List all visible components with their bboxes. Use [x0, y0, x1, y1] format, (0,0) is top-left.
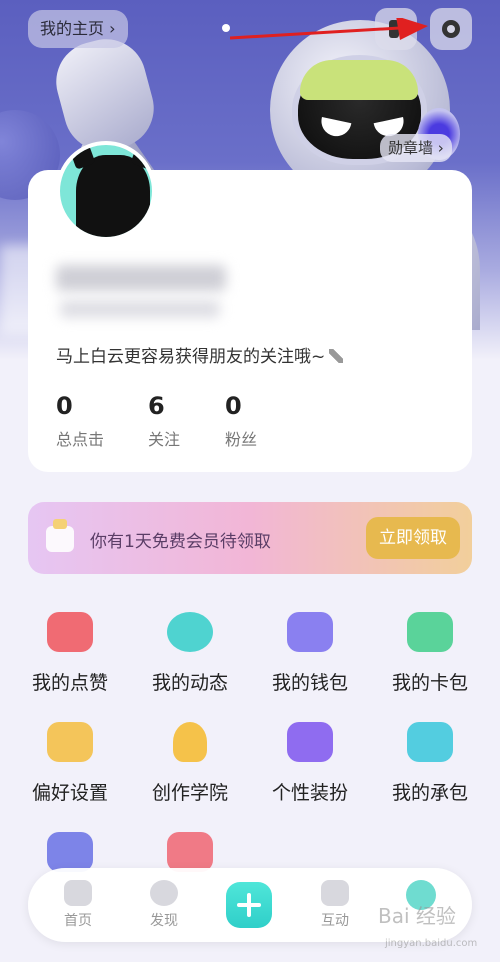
home-icon [64, 880, 92, 906]
menu-my-cards[interactable]: 我的卡包 [380, 612, 480, 695]
bio-text[interactable]: 马上白云更容易获得朋友的关注哦~ [56, 342, 344, 367]
stat-label: 关注 [148, 430, 181, 449]
gear-icon [442, 20, 460, 38]
stat-label: 粉丝 [225, 430, 258, 449]
stat-fans[interactable]: 0 粉丝 [225, 392, 257, 450]
menu-my-contracts[interactable]: 我的承包 [380, 722, 480, 805]
menu-label: 我的动态 [151, 672, 228, 694]
stat-label: 总点击 [56, 430, 105, 449]
menu-creator-academy[interactable]: 创作学院 [140, 722, 240, 805]
edit-pencil-icon[interactable] [329, 349, 344, 363]
my-homepage-link[interactable]: 我的主页 › [28, 10, 128, 48]
watermark-brand: Bai 经验 [378, 904, 456, 928]
vip-text: 你有1天免费会员待领取 [90, 532, 271, 552]
menu-label: 我的承包 [391, 782, 468, 804]
gift-box-icon [46, 519, 74, 552]
menu-label: 我的点赞 [31, 672, 108, 694]
stat-total-clicks[interactable]: 0 总点击 [56, 392, 104, 450]
wallet-icon [287, 612, 333, 652]
bio-label: 马上白云更容易获得朋友的关注哦~ [56, 347, 326, 367]
claim-button[interactable]: 立即领取 [366, 517, 460, 559]
nav-label: 发现 [150, 913, 178, 929]
menu-label: 偏好设置 [31, 782, 108, 804]
stat-value: 0 [225, 392, 242, 420]
watermark-url: jingyan.baidu.com [385, 938, 478, 949]
menu-my-posts[interactable]: 我的动态 [140, 612, 240, 695]
vip-banner[interactable]: 你有1天免费会员待领取 立即领取 [28, 502, 472, 574]
gift-bag-icon [167, 832, 213, 872]
heart-icon [47, 612, 93, 652]
card-icon [407, 612, 453, 652]
cat-avatar-icon [76, 155, 150, 237]
menu-gift-bag[interactable] [140, 832, 240, 872]
nav-interact[interactable]: 互动 [305, 880, 365, 930]
avatar[interactable] [56, 141, 156, 241]
menu-label: 创作学院 [151, 782, 228, 804]
menu-my-likes[interactable]: 我的点赞 [20, 612, 120, 695]
leaf-icon [167, 612, 213, 652]
menu-personal-dressup[interactable]: 个性装扮 [260, 722, 360, 805]
menu-label: 我的钱包 [271, 672, 348, 694]
menu-my-wallet[interactable]: 我的钱包 [260, 612, 360, 695]
nav-discover[interactable]: 发现 [134, 880, 194, 930]
stat-following[interactable]: 6 关注 [148, 392, 180, 450]
nav-home[interactable]: 首页 [48, 880, 108, 930]
shop-icon [287, 722, 333, 762]
fish-icon [407, 722, 453, 762]
menu-preferences[interactable]: 偏好设置 [20, 722, 120, 805]
add-post-button[interactable] [226, 882, 272, 928]
nav-label: 首页 [64, 913, 92, 929]
stat-value: 0 [56, 392, 73, 420]
menu-label: 我的卡包 [391, 672, 468, 694]
user-id-blurred [60, 300, 220, 318]
cards-icon [47, 832, 93, 872]
medal-wall-link[interactable]: 勋章墙 › [380, 134, 452, 162]
discover-icon [150, 880, 178, 906]
menu-label: 个性装扮 [271, 782, 348, 804]
lightbulb-icon [173, 722, 207, 762]
menu-cards-extra[interactable] [20, 832, 120, 872]
nav-label: 互动 [321, 913, 349, 929]
red-arrow-annotation [230, 18, 428, 40]
settings-button[interactable] [430, 8, 472, 50]
chat-icon [321, 880, 349, 906]
stat-value: 6 [148, 392, 165, 420]
username-blurred [56, 265, 226, 291]
heart-badge-icon [47, 722, 93, 762]
